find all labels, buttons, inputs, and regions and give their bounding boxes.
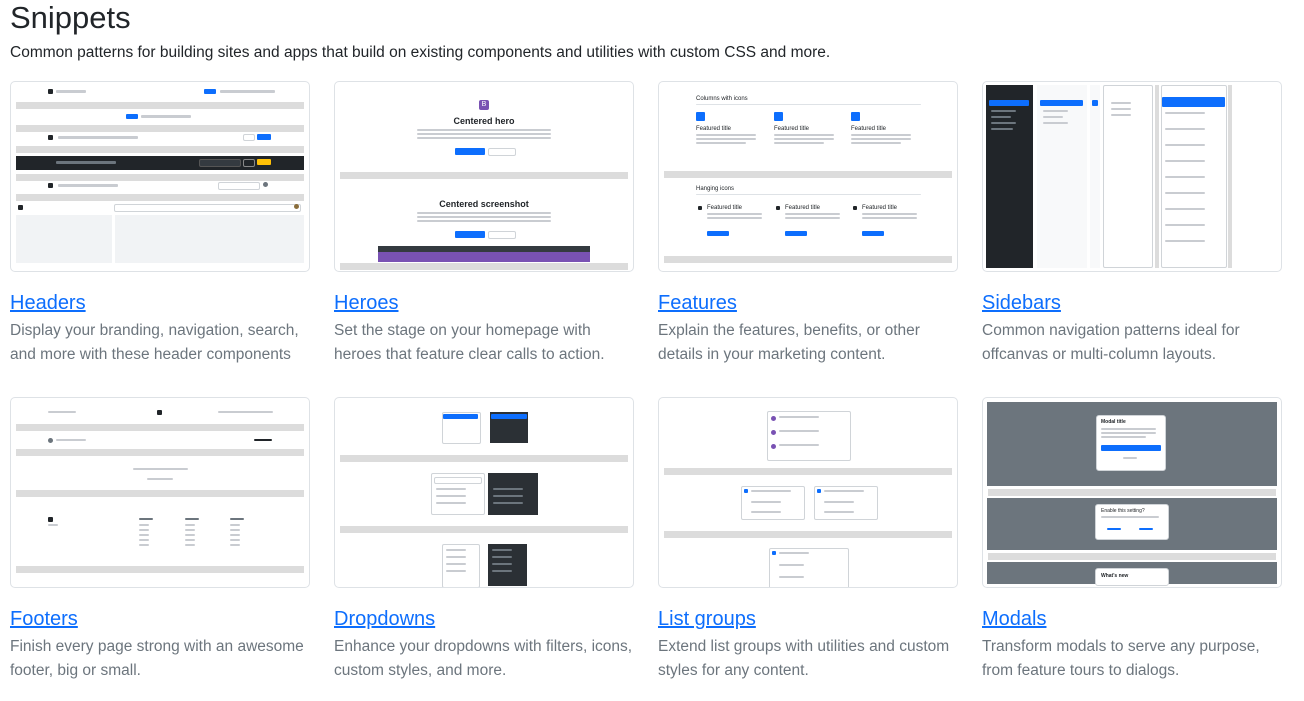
feature-item-6: Featured title — [862, 205, 898, 211]
features-section1-title: Columns with icons — [696, 96, 748, 102]
modal-title: Modal title — [1101, 419, 1126, 425]
feature-item-2: Featured title — [774, 126, 810, 132]
card-desc-headers: Display your branding, navigation, searc… — [10, 322, 299, 363]
card-desc-dropdowns: Enhance your dropdowns with filters, ico… — [334, 638, 633, 679]
features-thumbnail[interactable]: Columns with icons Featured title Featur… — [658, 81, 958, 272]
card-heroes: B Centered hero Centered screenshot Hero… — [334, 81, 634, 367]
card-desc-footers: Finish every page strong with an awesome… — [10, 638, 304, 679]
card-sidebars: Sidebars Common navigation patterns idea… — [982, 81, 1282, 367]
card-title-modals[interactable]: Modals — [982, 607, 1282, 631]
card-list-groups: List groups Extend list groups with util… — [658, 397, 958, 683]
card-title-sidebars[interactable]: Sidebars — [982, 291, 1282, 315]
hero-title: Centered hero — [453, 116, 515, 126]
card-title-list-groups[interactable]: List groups — [658, 607, 958, 631]
card-features: Columns with icons Featured title Featur… — [658, 81, 958, 367]
modal3-title: What's new — [1101, 573, 1129, 579]
features-section2-title: Hanging icons — [696, 186, 735, 192]
page-lead: Common patterns for building sites and a… — [10, 44, 831, 61]
screenshot-title: Centered screenshot — [439, 199, 529, 209]
feature-item-5: Featured title — [785, 205, 821, 211]
card-headers: Headers Display your branding, navigatio… — [10, 81, 310, 367]
card-footers: Footers Finish every page strong with an… — [10, 397, 310, 683]
modals-thumbnail[interactable]: Modal title Enable this setting? What's … — [982, 397, 1282, 588]
card-modals: Modal title Enable this setting? What's … — [982, 397, 1282, 683]
feature-item-1: Featured title — [696, 126, 732, 132]
card-title-heroes[interactable]: Heroes — [334, 291, 634, 315]
list-groups-thumbnail[interactable] — [658, 397, 958, 588]
heroes-thumbnail[interactable]: B Centered hero Centered screenshot — [334, 81, 634, 272]
card-desc-list-groups: Extend list groups with utilities and cu… — [658, 638, 950, 679]
card-title-headers[interactable]: Headers — [10, 291, 310, 315]
card-title-footers[interactable]: Footers — [10, 607, 310, 631]
card-desc-sidebars: Common navigation patterns ideal for off… — [982, 322, 1240, 363]
footers-thumbnail[interactable] — [10, 397, 310, 588]
modal2-title: Enable this setting? — [1101, 508, 1145, 514]
card-desc-features: Explain the features, benefits, or other… — [658, 322, 920, 363]
sidebars-thumbnail[interactable] — [982, 81, 1282, 272]
headers-thumbnail[interactable] — [10, 81, 310, 272]
feature-item-3: Featured title — [851, 126, 887, 132]
dropdowns-thumbnail[interactable] — [334, 397, 634, 588]
feature-item-4: Featured title — [707, 205, 743, 211]
card-desc-modals: Transform modals to serve any purpose, f… — [982, 638, 1260, 679]
bootstrap-logo-icon: B — [479, 100, 489, 110]
card-title-dropdowns[interactable]: Dropdowns — [334, 607, 634, 631]
card-desc-heroes: Set the stage on your homepage with hero… — [334, 322, 605, 363]
card-dropdowns: Dropdowns Enhance your dropdowns with fi… — [334, 397, 634, 683]
card-title-features[interactable]: Features — [658, 291, 958, 315]
page-title: Snippets — [10, 0, 131, 35]
